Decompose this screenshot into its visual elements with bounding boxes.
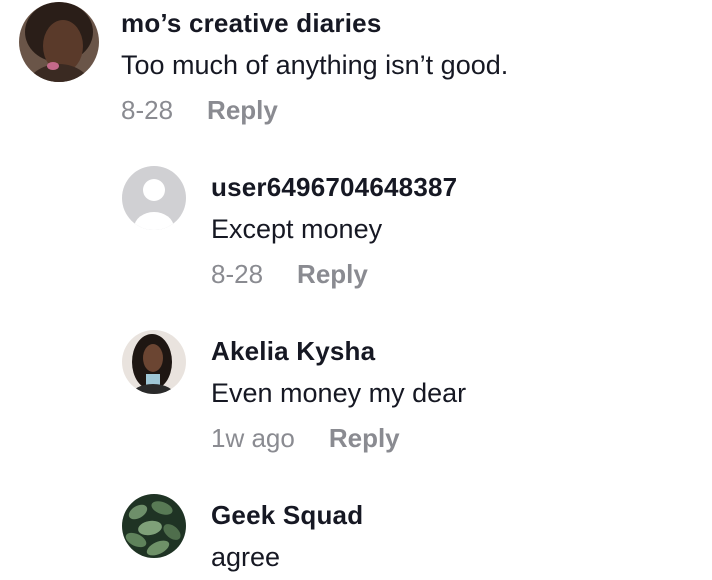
reply-item: Geek Squad agree — [0, 488, 712, 580]
avatar[interactable] — [19, 2, 99, 82]
comment-timestamp: 1w ago — [211, 423, 295, 453]
comment-text: agree — [211, 542, 281, 572]
comment-timestamp: 8-28 — [211, 259, 264, 289]
reply-item: user6496704648387 Except money 8-28 Repl… — [0, 160, 712, 300]
avatar[interactable] — [122, 494, 186, 558]
plant-leaves-icon — [122, 494, 186, 558]
profile-photo-icon — [19, 2, 99, 82]
comment-username[interactable]: Akelia Kysha — [211, 336, 375, 367]
comment-username[interactable]: Geek Squad — [211, 500, 363, 531]
reply-button[interactable]: Reply — [297, 259, 368, 290]
reply-button[interactable]: Reply — [329, 423, 400, 454]
comment-text: Even money my dear — [211, 378, 467, 408]
comment-meta: 1w ago Reply — [211, 423, 400, 454]
comment-text: Too much of anything isn’t good. — [121, 50, 509, 80]
comment-text: Except money — [211, 214, 383, 244]
comment-timestamp: 8-28 — [121, 95, 174, 125]
default-user-icon — [122, 166, 186, 230]
reply-button[interactable]: Reply — [207, 95, 278, 126]
comment-meta: 8-28 Reply — [211, 259, 368, 290]
comment-username[interactable]: mo’s creative diaries — [121, 8, 382, 39]
reply-item: Akelia Kysha Even money my dear 1w ago R… — [0, 324, 712, 464]
comment-meta: 8-28 Reply — [121, 95, 278, 126]
profile-photo-icon — [122, 330, 186, 394]
comment-username[interactable]: user6496704648387 — [211, 172, 457, 203]
avatar[interactable] — [122, 166, 186, 230]
comment-item: mo’s creative diaries Too much of anythi… — [0, 0, 712, 140]
avatar[interactable] — [122, 330, 186, 394]
